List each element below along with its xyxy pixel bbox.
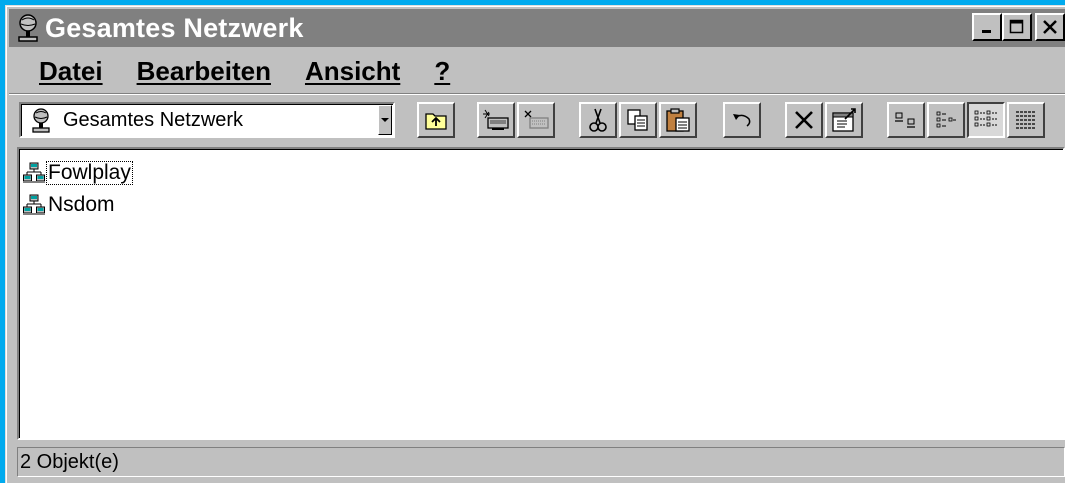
undo-icon xyxy=(733,114,751,127)
close-button[interactable] xyxy=(1035,13,1065,41)
item-label: Nsdom xyxy=(48,193,115,216)
list-icon xyxy=(974,110,997,127)
domain-icon xyxy=(23,194,45,215)
up-one-level-icon xyxy=(425,113,447,130)
window-title: Gesamtes Netzwerk xyxy=(45,12,304,43)
cut-icon xyxy=(589,108,607,132)
menu-bearbeiten[interactable]: Bearbeiten xyxy=(137,56,271,87)
address-combo[interactable]: Gesamtes Netzwerk xyxy=(19,102,395,138)
delete-button[interactable] xyxy=(785,102,823,138)
chevron-down-icon xyxy=(381,118,389,122)
paste-icon xyxy=(666,108,690,132)
delete-icon xyxy=(795,111,813,129)
minimize-button[interactable] xyxy=(972,13,1002,41)
maximize-icon xyxy=(1009,19,1024,34)
properties-icon xyxy=(832,108,856,132)
file-list[interactable]: Fowlplay Nsdom xyxy=(17,147,1065,440)
status-bar: 2 Objekt(e) xyxy=(9,445,1065,479)
large-icons-button[interactable] xyxy=(887,102,925,138)
caption-buttons xyxy=(972,13,1065,41)
address-text: Gesamtes Netzwerk xyxy=(63,108,244,131)
large-icons-icon xyxy=(895,112,915,128)
maximize-button[interactable] xyxy=(1002,13,1032,41)
network-neighborhood-icon xyxy=(32,108,50,133)
disconnect-drive-icon xyxy=(524,110,549,129)
list-item-nsdom[interactable]: Nsdom xyxy=(23,191,117,219)
properties-button[interactable] xyxy=(825,102,863,138)
disconnect-drive-button[interactable] xyxy=(517,102,555,138)
combo-dropdown-button[interactable] xyxy=(378,105,392,135)
explorer-window: Gesamtes Netzwerk Datei Bearbeiten Ansic… xyxy=(5,5,1065,483)
domain-icon xyxy=(23,162,45,183)
copy-button[interactable] xyxy=(619,102,657,138)
small-icons-icon xyxy=(936,111,956,128)
close-icon xyxy=(1043,20,1057,34)
list-button[interactable] xyxy=(967,102,1005,138)
menu-bar: Datei Bearbeiten Ansicht ? xyxy=(9,51,1065,91)
copy-icon xyxy=(627,109,648,131)
list-item-fowlplay[interactable]: Fowlplay xyxy=(23,159,133,187)
item-label: Fowlplay xyxy=(46,161,133,185)
network-neighborhood-icon xyxy=(18,14,38,42)
status-panel: 2 Objekt(e) xyxy=(17,447,1065,477)
status-text: 2 Objekt(e) xyxy=(20,450,119,473)
details-button[interactable] xyxy=(1007,102,1045,138)
menu-help[interactable]: ? xyxy=(434,56,450,87)
up-one-level-button[interactable] xyxy=(417,102,455,138)
undo-button[interactable] xyxy=(723,102,761,138)
minimize-icon xyxy=(982,30,991,33)
title-bar[interactable]: Gesamtes Netzwerk xyxy=(9,9,1065,47)
details-icon xyxy=(1016,111,1036,129)
paste-button[interactable] xyxy=(659,102,697,138)
menu-datei[interactable]: Datei xyxy=(39,56,103,87)
map-drive-button[interactable] xyxy=(477,102,515,138)
cut-button[interactable] xyxy=(579,102,617,138)
toolbar: Gesamtes Netzwerk xyxy=(9,93,1065,150)
small-icons-button[interactable] xyxy=(927,102,965,138)
menu-ansicht[interactable]: Ansicht xyxy=(305,56,400,87)
map-network-drive-icon xyxy=(483,109,509,130)
